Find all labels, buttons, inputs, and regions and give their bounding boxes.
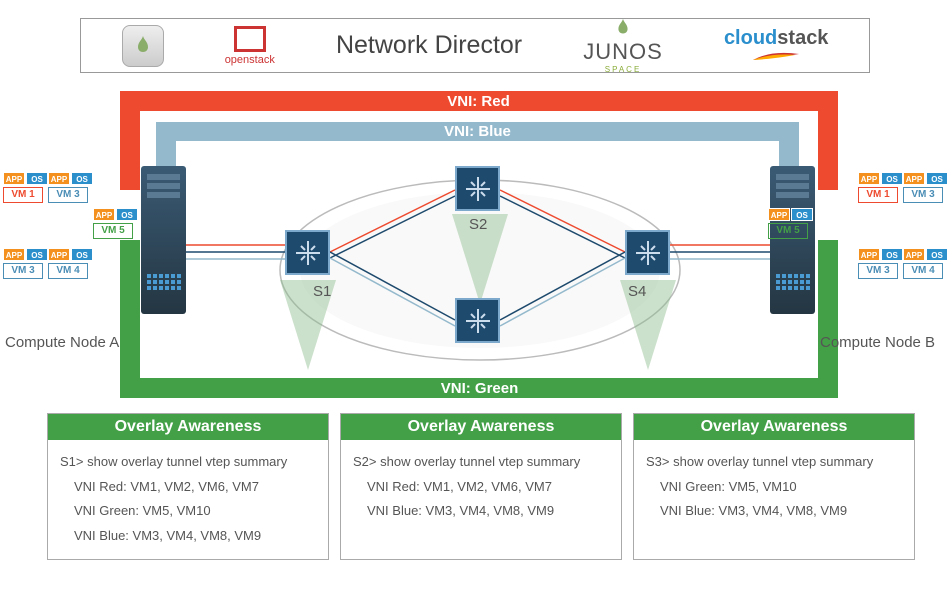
vni-red-tunnel-left <box>120 91 140 190</box>
cli-line: VNI Blue: VM3, VM4, VM8, VM9 <box>353 499 609 524</box>
cli-line: VNI Green: VM5, VM10 <box>646 475 902 500</box>
panel-title: Overlay Awareness <box>341 414 621 440</box>
vm-b-1: APPOSVM 1 <box>858 172 903 203</box>
vni-red-tunnel: VNI: Red <box>139 91 818 111</box>
vm-b-5: APPOSVM 5 <box>768 208 813 239</box>
network-director-icon <box>122 25 164 67</box>
switch-label-s4: S4 <box>628 283 646 300</box>
switch-s4 <box>625 230 670 275</box>
server-b <box>770 166 815 314</box>
vm-a-5: APPOSVM 5 <box>93 208 138 239</box>
switch-label-s2: S2 <box>469 216 487 233</box>
panel-title: Overlay Awareness <box>48 414 328 440</box>
cli-line: S3> show overlay tunnel vtep summary <box>646 450 902 475</box>
compute-a-label: Compute Node A <box>5 334 119 351</box>
vm-b-4: APPOSVM 4 <box>903 248 948 279</box>
vni-blue-tunnel: VNI: Blue <box>175 122 780 141</box>
vm-b-3: APPOSVM 3 <box>903 172 948 203</box>
vm-a-3b: APPOSVM 3 <box>3 248 48 279</box>
panel-s3: Overlay Awareness S3> show overlay tunne… <box>633 413 915 560</box>
cloudstack-logo: cloudstack <box>724 27 829 64</box>
page-title: Network Director <box>336 31 522 60</box>
switch-s1 <box>285 230 330 275</box>
vni-green-tunnel-left <box>120 240 140 398</box>
panel-title: Overlay Awareness <box>634 414 914 440</box>
vm-a-4: APPOSVM 4 <box>48 248 93 279</box>
vni-red-tunnel-right <box>818 91 838 190</box>
cli-line: S1> show overlay tunnel vtep summary <box>60 450 316 475</box>
openstack-label: openstack <box>225 54 275 66</box>
openstack-logo: openstack <box>225 26 275 66</box>
vni-green-tunnel-right <box>818 240 838 398</box>
overlay-awareness-panels: Overlay Awareness S1> show overlay tunne… <box>47 413 915 560</box>
switch-s3 <box>455 298 500 343</box>
cli-line: VNI Blue: VM3, VM4, VM8, VM9 <box>646 499 902 524</box>
switch-s2 <box>455 166 500 211</box>
panel-s1: Overlay Awareness S1> show overlay tunne… <box>47 413 329 560</box>
cli-line: VNI Green: VM5, VM10 <box>60 499 316 524</box>
cli-line: VNI Red: VM1, VM2, VM6, VM7 <box>60 475 316 500</box>
vm-a-3: APPOSVM 3 <box>48 172 93 203</box>
panel-s2: Overlay Awareness S2> show overlay tunne… <box>340 413 622 560</box>
cli-line: VNI Red: VM1, VM2, VM6, VM7 <box>353 475 609 500</box>
cli-line: VNI Blue: VM3, VM4, VM8, VM9 <box>60 524 316 549</box>
header-bar: openstack Network Director JUNOS SPACE c… <box>80 18 870 73</box>
vni-green-tunnel: VNI: Green <box>140 378 819 398</box>
server-a <box>141 166 186 314</box>
junos-logo: JUNOS SPACE <box>583 17 663 74</box>
cli-line: S2> show overlay tunnel vtep summary <box>353 450 609 475</box>
compute-b-label: Compute Node B <box>820 334 935 351</box>
vm-b-3b: APPOSVM 3 <box>858 248 903 279</box>
vm-a-1: APPOSVM 1 <box>3 172 48 203</box>
switch-label-s1: S1 <box>313 283 331 300</box>
